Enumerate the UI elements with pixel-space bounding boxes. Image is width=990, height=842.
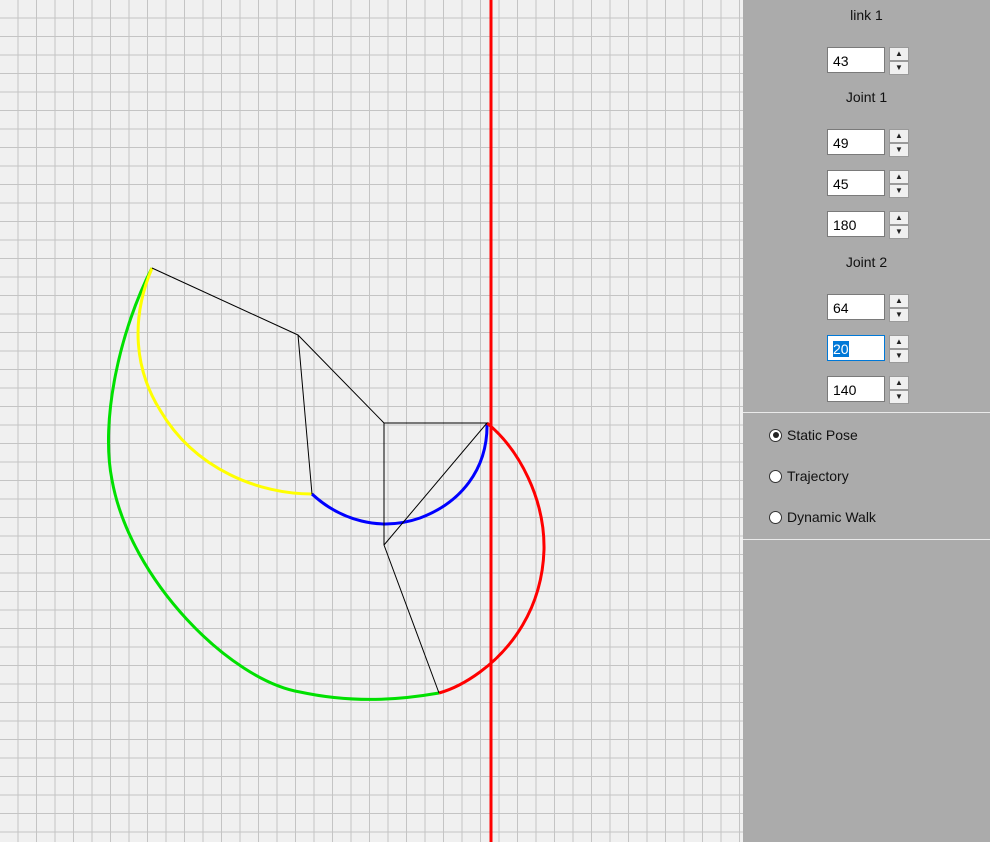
joint2-label: Joint 2 — [845, 254, 888, 270]
radio-unchecked-icon — [769, 510, 782, 524]
plot-svg — [106, 0, 546, 842]
joint1-spinner-3[interactable]: 180 ▲ ▼ — [827, 211, 909, 239]
joint2-input-3[interactable]: 140 — [827, 376, 885, 402]
control-panel: link 1 43 ▲ ▼ Joint 1 49 ▲ ▼ 45 ▲ ▼ 180 ▲ ▼ … — [743, 0, 990, 842]
radio-dynamic-walk[interactable]: Dynamic Walk — [769, 507, 876, 527]
spin-up-icon[interactable]: ▲ — [889, 47, 909, 61]
radio-label: Dynamic Walk — [787, 509, 876, 525]
joint1-spinner-2[interactable]: 45 ▲ ▼ — [827, 170, 909, 198]
spin-up-icon[interactable]: ▲ — [889, 170, 909, 184]
trace-green — [106, 267, 440, 701]
robot-links — [151, 267, 489, 694]
link1-input[interactable]: 43 — [827, 47, 885, 73]
joint2-input-1[interactable]: 64 — [827, 294, 885, 320]
joint1-input-2[interactable]: 45 — [827, 170, 885, 196]
selected-text: 20 — [833, 341, 849, 357]
link1-spinner[interactable]: 43 ▲ ▼ — [827, 47, 909, 75]
spin-down-icon[interactable]: ▼ — [889, 349, 909, 363]
radio-static-pose[interactable]: Static Pose — [769, 425, 858, 445]
joint1-label: Joint 1 — [845, 89, 888, 105]
spin-up-icon[interactable]: ▲ — [889, 294, 909, 308]
spin-up-icon[interactable]: ▲ — [889, 211, 909, 225]
spin-down-icon[interactable]: ▼ — [889, 225, 909, 239]
joint2-input-2[interactable]: 20 — [827, 335, 885, 361]
radio-label: Trajectory — [787, 468, 849, 484]
spin-down-icon[interactable]: ▼ — [889, 308, 909, 322]
joint2-spinner-3[interactable]: 140 ▲ ▼ — [827, 376, 909, 404]
spin-up-icon[interactable]: ▲ — [889, 335, 909, 349]
radio-checked-icon — [769, 428, 782, 442]
spin-down-icon[interactable]: ▼ — [889, 143, 909, 157]
link1-label: link 1 — [850, 7, 883, 23]
spin-down-icon[interactable]: ▼ — [889, 390, 909, 404]
joint1-input-1[interactable]: 49 — [827, 129, 885, 155]
spin-down-icon[interactable]: ▼ — [889, 61, 909, 75]
spin-up-icon[interactable]: ▲ — [889, 129, 909, 143]
trace-blue — [310, 422, 489, 526]
radio-trajectory[interactable]: Trajectory — [769, 466, 849, 486]
drawing-canvas[interactable] — [0, 0, 743, 842]
divider — [743, 539, 990, 540]
spin-up-icon[interactable]: ▲ — [889, 376, 909, 390]
joint1-input-3[interactable]: 180 — [827, 211, 885, 237]
joint2-spinner-2[interactable]: 20 ▲ ▼ — [827, 335, 909, 363]
joint2-spinner-1[interactable]: 64 ▲ ▼ — [827, 294, 909, 322]
radio-label: Static Pose — [787, 427, 858, 443]
joint1-spinner-1[interactable]: 49 ▲ ▼ — [827, 129, 909, 157]
divider — [743, 412, 990, 413]
spin-down-icon[interactable]: ▼ — [889, 184, 909, 198]
radio-unchecked-icon — [769, 469, 782, 483]
